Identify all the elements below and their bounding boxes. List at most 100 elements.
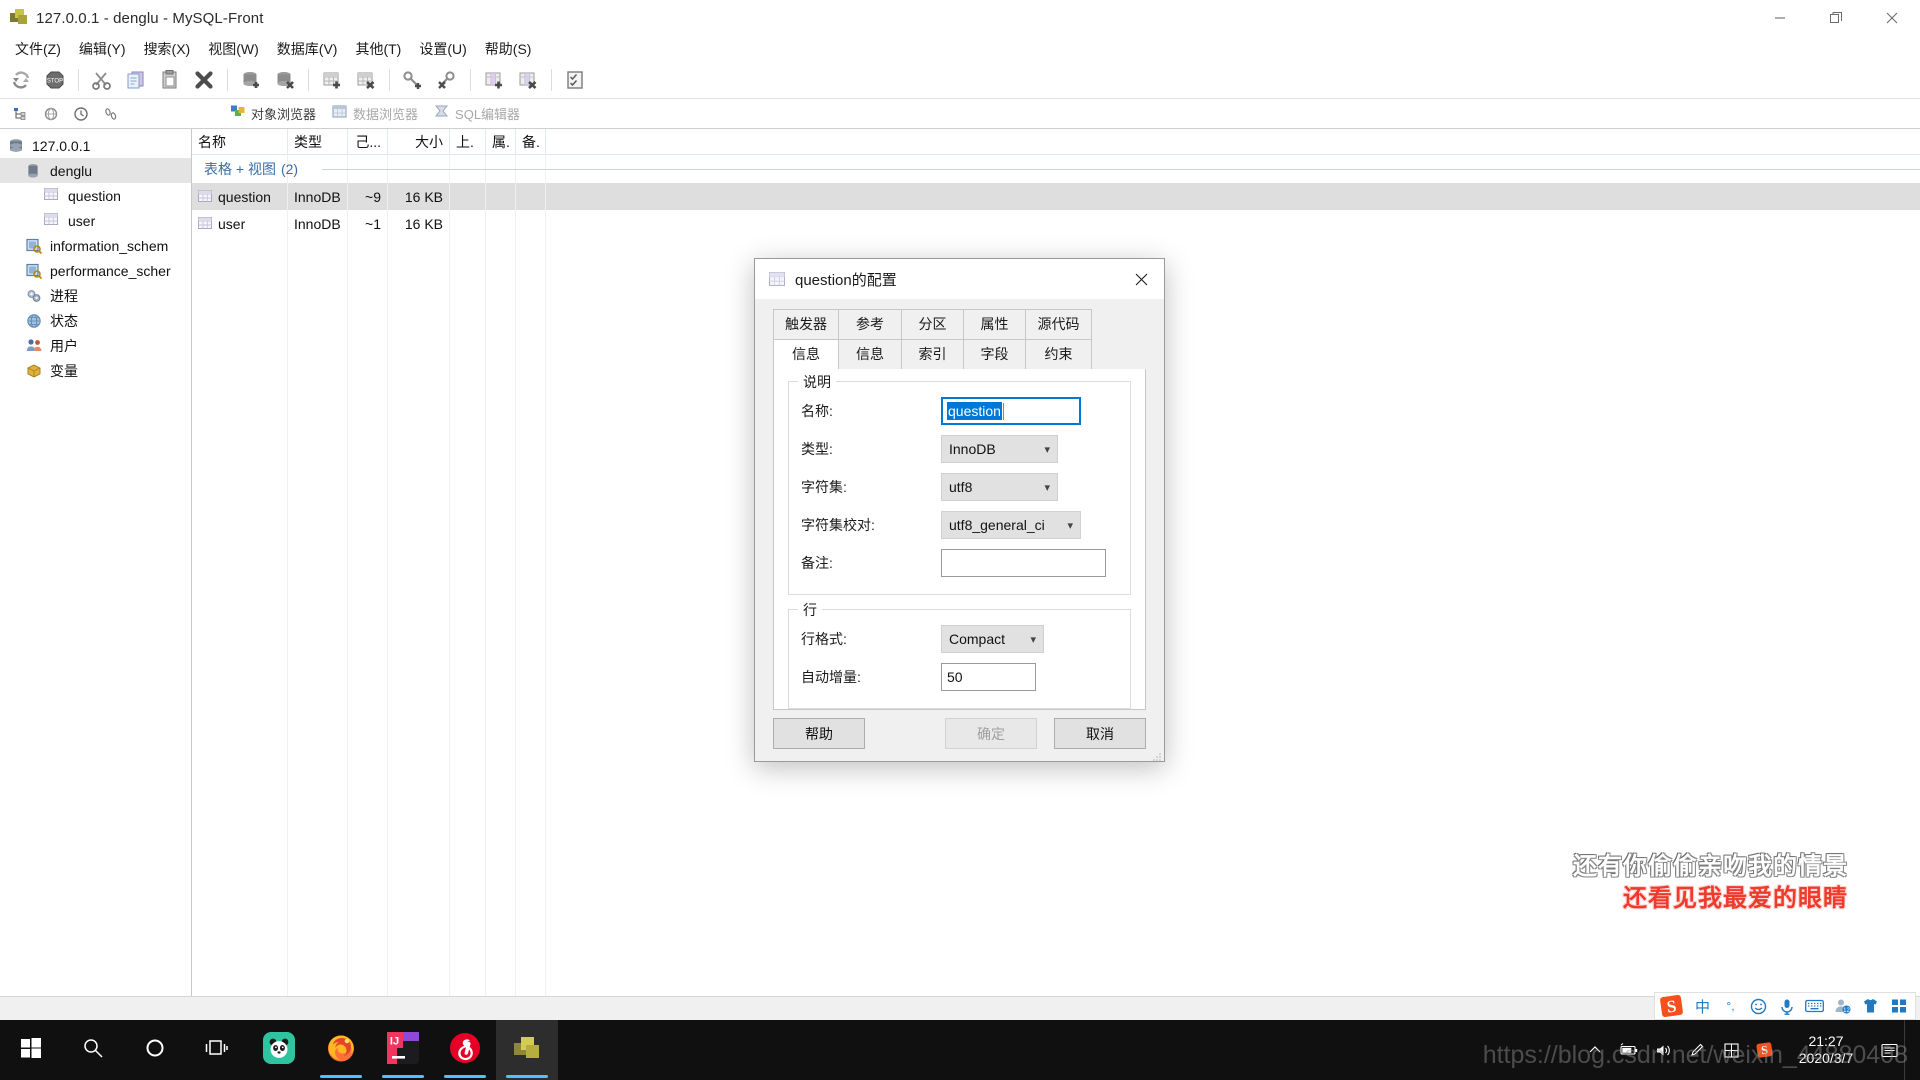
restore-icon[interactable] bbox=[1808, 0, 1864, 36]
sidebar-item-variables[interactable]: 变量 bbox=[0, 358, 191, 383]
tab-fields[interactable]: 字段 bbox=[963, 340, 1026, 370]
sidebar-item-users[interactable]: 用户 bbox=[0, 333, 191, 358]
pen-icon[interactable] bbox=[1680, 1020, 1714, 1080]
sidebar-item-server[interactable]: 127.0.0.1 bbox=[0, 133, 191, 158]
column-header-name[interactable]: 名称 bbox=[192, 129, 288, 154]
ime-emoji-icon[interactable] bbox=[1746, 994, 1771, 1018]
menu-settings[interactable]: 设置(U) bbox=[410, 36, 475, 62]
table-list-group-header[interactable]: 表格 + 视图 (2) bbox=[192, 155, 1920, 183]
taskbar-app-intellij[interactable]: IJ bbox=[372, 1020, 434, 1080]
menu-edit[interactable]: 编辑(Y) bbox=[70, 36, 135, 62]
menu-view[interactable]: 视图(W) bbox=[199, 36, 268, 62]
globe-refresh-icon[interactable] bbox=[36, 101, 66, 127]
sidebar-item-user[interactable]: user bbox=[0, 208, 191, 233]
ime-box-icon[interactable] bbox=[1714, 1020, 1748, 1080]
key-delete-icon[interactable] bbox=[430, 64, 464, 96]
column-header-comment[interactable]: 备. bbox=[516, 129, 546, 154]
ok-button[interactable]: 确定 bbox=[945, 718, 1037, 749]
chevron-up-icon[interactable] bbox=[1578, 1020, 1612, 1080]
object-tree[interactable]: 127.0.0.1 denglu question user informati… bbox=[0, 129, 192, 996]
menu-file[interactable]: 文件(Z) bbox=[6, 36, 70, 62]
engine-select[interactable]: InnoDB ▾ bbox=[941, 435, 1058, 463]
copy-icon[interactable] bbox=[119, 64, 153, 96]
refresh-icon[interactable] bbox=[4, 64, 38, 96]
cut-icon[interactable] bbox=[85, 64, 119, 96]
view-data-browser[interactable]: 数据浏览器 bbox=[328, 102, 426, 125]
ime-user-center-person-icon[interactable]: 12 bbox=[1830, 994, 1855, 1018]
menu-database[interactable]: 数据库(V) bbox=[268, 36, 347, 62]
tab-info[interactable]: 信息 bbox=[838, 340, 902, 370]
menu-search[interactable]: 搜索(X) bbox=[135, 36, 200, 62]
search-button[interactable] bbox=[62, 1020, 124, 1080]
sidebar-item-question[interactable]: question bbox=[0, 183, 191, 208]
paste-icon[interactable] bbox=[153, 64, 187, 96]
table-delete-icon[interactable] bbox=[349, 64, 383, 96]
checklist-icon[interactable] bbox=[558, 64, 592, 96]
action-center-icon[interactable] bbox=[1874, 1020, 1904, 1080]
column-header-type[interactable]: 类型 bbox=[288, 129, 348, 154]
sidebar-item-performance-schema[interactable]: performance_scher bbox=[0, 258, 191, 283]
sidebar-item-status[interactable]: 状态 bbox=[0, 308, 191, 333]
comment-input[interactable] bbox=[941, 549, 1106, 577]
column-header-attr[interactable]: 属. bbox=[486, 129, 516, 154]
database-delete-icon[interactable] bbox=[268, 64, 302, 96]
table-row[interactable]: user InnoDB ~1 16 KB bbox=[192, 210, 1920, 237]
start-button[interactable] bbox=[0, 1020, 62, 1080]
resize-grip-icon[interactable] bbox=[1152, 749, 1162, 761]
taskbar-app-mysql-front[interactable] bbox=[496, 1020, 558, 1080]
table-name-input[interactable]: question bbox=[941, 397, 1081, 425]
stop-icon[interactable]: STOP bbox=[38, 64, 72, 96]
cancel-button[interactable]: 取消 bbox=[1054, 718, 1146, 749]
sogou-s-logo-icon[interactable]: S bbox=[1748, 1020, 1782, 1080]
view-sql-editor[interactable]: SQL编辑器 bbox=[430, 102, 528, 125]
battery-icon[interactable] bbox=[1612, 1020, 1646, 1080]
tree-icon[interactable] bbox=[6, 101, 36, 127]
column-header-records[interactable]: 己... bbox=[348, 129, 388, 154]
column-header-size[interactable]: 大小 bbox=[388, 129, 450, 154]
tab-properties[interactable]: 属性 bbox=[963, 309, 1026, 340]
ime-skin-shirt-icon[interactable] bbox=[1858, 994, 1883, 1018]
minimize-icon[interactable] bbox=[1752, 0, 1808, 36]
field-delete-icon[interactable] bbox=[511, 64, 545, 96]
help-button[interactable]: 帮助 bbox=[773, 718, 865, 749]
sidebar-item-information-schema[interactable]: information_schem bbox=[0, 233, 191, 258]
field-add-icon[interactable] bbox=[477, 64, 511, 96]
tab-indexes[interactable]: 索引 bbox=[901, 340, 964, 370]
tab-info-active[interactable]: 信息 bbox=[773, 340, 839, 370]
column-header-updated[interactable]: 上. bbox=[450, 129, 486, 154]
cortana-button[interactable] bbox=[124, 1020, 186, 1080]
speaker-icon[interactable] bbox=[1646, 1020, 1680, 1080]
sogou-s-logo-icon[interactable]: S bbox=[1659, 993, 1685, 1019]
ime-voice-input-mic-icon[interactable] bbox=[1774, 994, 1799, 1018]
close-icon[interactable] bbox=[1118, 259, 1164, 299]
table-row[interactable]: question InnoDB ~9 16 KB bbox=[192, 183, 1920, 210]
tab-partitions[interactable]: 分区 bbox=[901, 309, 964, 340]
tab-constraints[interactable]: 约束 bbox=[1025, 340, 1092, 370]
charset-select[interactable]: utf8 ▾ bbox=[941, 473, 1058, 501]
auto-increment-input[interactable]: 50 bbox=[941, 663, 1036, 691]
tab-references[interactable]: 参考 bbox=[838, 309, 902, 340]
taskbar-app-firefox[interactable] bbox=[310, 1020, 372, 1080]
database-add-icon[interactable] bbox=[234, 64, 268, 96]
sidebar-item-processes[interactable]: 进程 bbox=[0, 283, 191, 308]
taskbar-app-netease-music[interactable] bbox=[434, 1020, 496, 1080]
view-object-browser[interactable]: 对象浏览器 bbox=[226, 102, 324, 125]
collation-select[interactable]: utf8_general_ci ▾ bbox=[941, 511, 1081, 539]
task-view-button[interactable] bbox=[186, 1020, 248, 1080]
sidebar-item-denglu[interactable]: denglu bbox=[0, 158, 191, 183]
menu-other[interactable]: 其他(T) bbox=[346, 36, 410, 62]
ime-soft-keyboard-icon[interactable] bbox=[1802, 994, 1827, 1018]
row-format-select[interactable]: Compact ▾ bbox=[941, 625, 1044, 653]
ime-toolbox-grid-icon[interactable] bbox=[1886, 994, 1911, 1018]
key-add-icon[interactable] bbox=[396, 64, 430, 96]
clock-icon[interactable] bbox=[66, 101, 96, 127]
ime-punctuation-mode[interactable]: °, bbox=[1718, 994, 1743, 1018]
taskbar-app-panda[interactable] bbox=[248, 1020, 310, 1080]
table-add-icon[interactable] bbox=[315, 64, 349, 96]
menu-help[interactable]: 帮助(S) bbox=[476, 36, 541, 62]
show-desktop-button[interactable] bbox=[1904, 1020, 1912, 1080]
delete-x-icon[interactable] bbox=[187, 64, 221, 96]
taskbar-clock[interactable]: 21:27 2020/3/7 bbox=[1782, 1033, 1874, 1068]
tab-source[interactable]: 源代码 bbox=[1025, 309, 1092, 340]
ime-chinese-mode[interactable]: 中 bbox=[1690, 994, 1715, 1018]
